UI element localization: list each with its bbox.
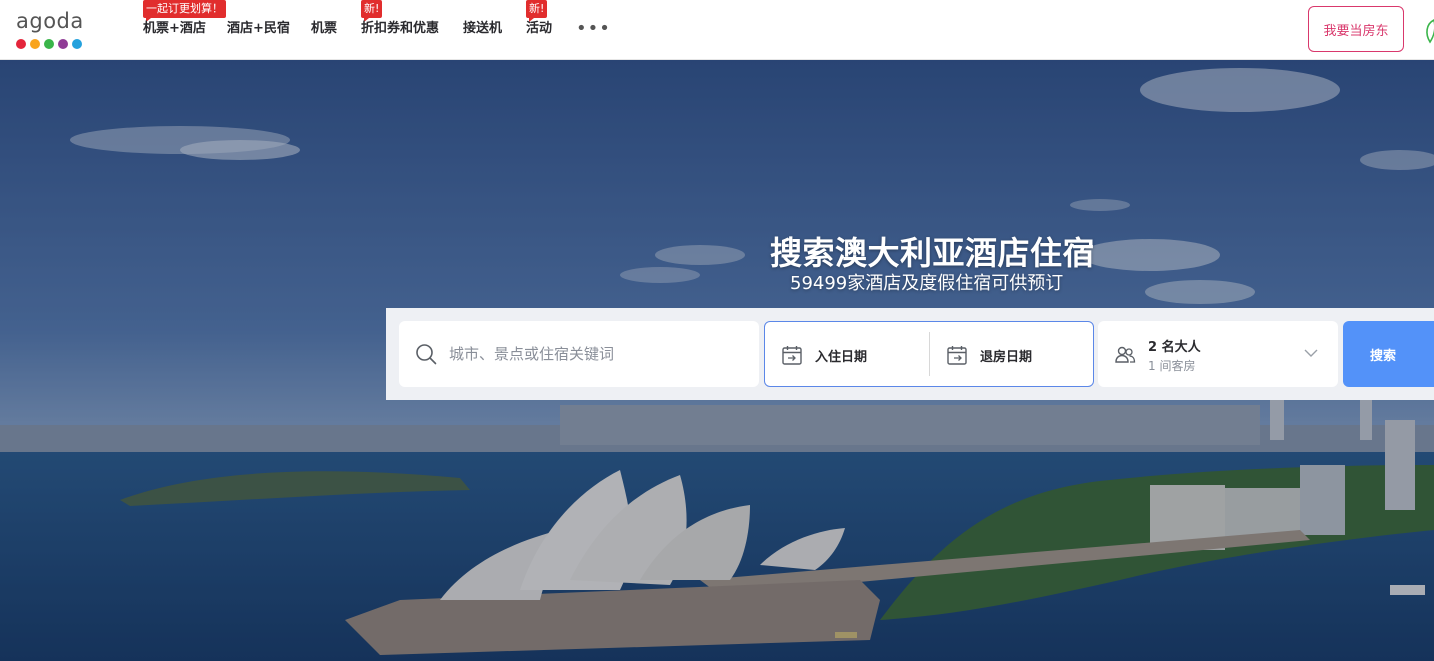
logo-dot-red	[16, 39, 26, 49]
rooms-count: 1 间客房	[1148, 359, 1196, 373]
checkin-date-picker[interactable]: 入住日期	[765, 322, 929, 386]
more-menu-icon[interactable]: •••	[576, 20, 611, 38]
nav-item-flight-hotel[interactable]: 机票+酒店	[143, 20, 206, 38]
logo-dot-blue	[72, 39, 82, 49]
calendar-checkout-icon	[947, 346, 967, 365]
agoda-logo[interactable]: agoda	[16, 9, 92, 51]
nav-item-deals[interactable]: 折扣券和优惠	[361, 20, 439, 38]
dates-field[interactable]: 入住日期 退房日期	[764, 321, 1094, 387]
search-button[interactable]: 搜索	[1343, 321, 1434, 387]
nav-badge-activities: 新!	[526, 0, 548, 22]
calendar-checkin-icon	[782, 346, 802, 365]
guests-icon	[1115, 346, 1136, 363]
search-icon	[416, 344, 437, 365]
leaf-icon[interactable]	[1424, 18, 1434, 44]
nav-badge-flight-hotel: 一起订更划算！	[143, 0, 226, 22]
logo-dot-purple	[58, 39, 68, 49]
logo-dot-orange	[30, 39, 40, 49]
logo-dot-green	[44, 39, 54, 49]
become-host-button[interactable]: 我要当房东	[1308, 6, 1404, 52]
destination-input[interactable]	[449, 339, 739, 369]
chevron-down-icon	[1304, 349, 1318, 357]
logo-wordmark: agoda	[16, 9, 84, 33]
checkout-date-picker[interactable]: 退房日期	[930, 322, 1094, 386]
nav-item-activities[interactable]: 活动	[526, 20, 552, 38]
search-panel: 入住日期 退房日期 2 名大人 1	[386, 308, 1434, 400]
nav-item-hotels-homes[interactable]: 酒店+民宿	[227, 20, 290, 38]
nav-item-airport-transfer[interactable]: 接送机	[463, 20, 502, 38]
adults-count: 2 名大人	[1148, 340, 1201, 355]
top-navigation-bar: agoda 一起订更划算！ 机票+酒店 酒店+民宿 机票 新! 折扣券和优惠 接…	[0, 0, 1434, 60]
destination-field[interactable]	[399, 321, 759, 387]
hero-subtitle: 59499家酒店及度假住宿可供预订	[790, 273, 1064, 294]
nav-item-flights[interactable]: 机票	[311, 20, 337, 38]
checkout-label: 退房日期	[980, 350, 1033, 365]
hero-title: 搜索澳大利亚酒店住宿	[770, 234, 1096, 272]
checkin-label: 入住日期	[815, 350, 868, 365]
logo-dots	[16, 39, 92, 49]
nav-badge-deals: 新!	[361, 0, 383, 22]
hero-banner: 搜索澳大利亚酒店住宿 59499家酒店及度假住宿可供预订 入住日期	[0, 60, 1434, 661]
guests-rooms-selector[interactable]: 2 名大人 1 间客房	[1098, 321, 1338, 387]
